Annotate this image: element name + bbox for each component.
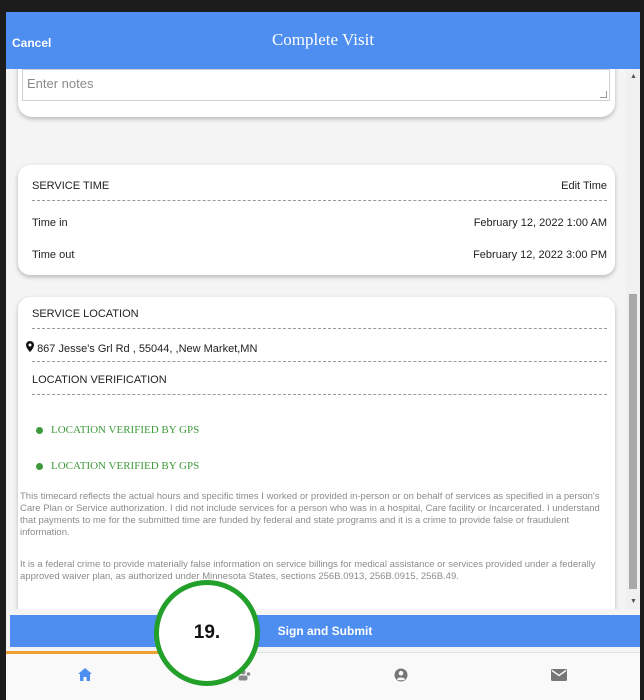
page-title: Complete Visit <box>271 30 375 49</box>
service-location-heading: SERVICE LOCATION <box>32 308 139 320</box>
nav-messages[interactable] <box>480 653 638 700</box>
notes-input[interactable]: Enter notes <box>22 69 610 101</box>
scrollbar-thumb[interactable] <box>629 294 637 589</box>
check-circle-icon <box>36 426 43 434</box>
divider <box>32 361 607 362</box>
gps-verified-status: LOCATION VERIFIED BY GPS <box>36 424 199 436</box>
time-out-label: Time out <box>32 249 75 261</box>
attestation-text: This timecard reflects the actual hours … <box>20 491 600 538</box>
vertical-scrollbar[interactable]: ▲ ▼ <box>626 69 640 609</box>
notes-card: Enter notes <box>18 69 615 117</box>
header-bar: Cancel Complete Visit <box>6 12 640 69</box>
mail-icon <box>551 668 567 686</box>
content-scroll-area[interactable]: Enter notes SERVICE TIME Edit Time Time … <box>6 69 626 609</box>
address-text: 867 Jesse's Grl Rd , 55044, ,New Market,… <box>37 343 258 355</box>
service-time-card: SERVICE TIME Edit Time Time in February … <box>18 165 615 275</box>
notes-placeholder: Enter notes <box>27 76 94 91</box>
time-out-value: February 12, 2022 3:00 PM <box>473 249 607 261</box>
step-annotation-badge: 19. <box>154 580 260 686</box>
home-icon <box>78 668 92 686</box>
nav-account[interactable] <box>322 653 480 700</box>
bottom-nav <box>6 651 640 700</box>
scroll-down-icon[interactable]: ▼ <box>630 598 637 605</box>
service-location-card: SERVICE LOCATION 867 Jesse's Grl Rd , 55… <box>18 297 615 609</box>
map-pin-icon <box>26 341 34 355</box>
account-circle-icon <box>394 668 408 687</box>
resize-handle-icon[interactable] <box>600 91 607 98</box>
app-frame: Cancel Complete Visit Enter notes SERVIC… <box>0 0 644 700</box>
time-in-label: Time in <box>32 217 68 229</box>
divider <box>32 328 607 329</box>
check-circle-icon <box>36 462 43 470</box>
divider <box>32 394 607 395</box>
scroll-up-icon[interactable]: ▲ <box>630 73 637 80</box>
location-verification-heading: LOCATION VERIFICATION <box>32 374 167 386</box>
nav-home[interactable] <box>6 653 164 700</box>
gps-verified-status: LOCATION VERIFIED BY GPS <box>36 460 199 472</box>
time-in-value: February 12, 2022 1:00 AM <box>473 217 607 229</box>
service-time-heading: SERVICE TIME <box>32 180 110 192</box>
edit-time-button[interactable]: Edit Time <box>561 180 607 192</box>
legal-notice-text: It is a federal crime to provide materia… <box>20 559 596 582</box>
divider <box>32 200 607 201</box>
sign-and-submit-button[interactable]: Sign and Submit <box>10 615 640 647</box>
